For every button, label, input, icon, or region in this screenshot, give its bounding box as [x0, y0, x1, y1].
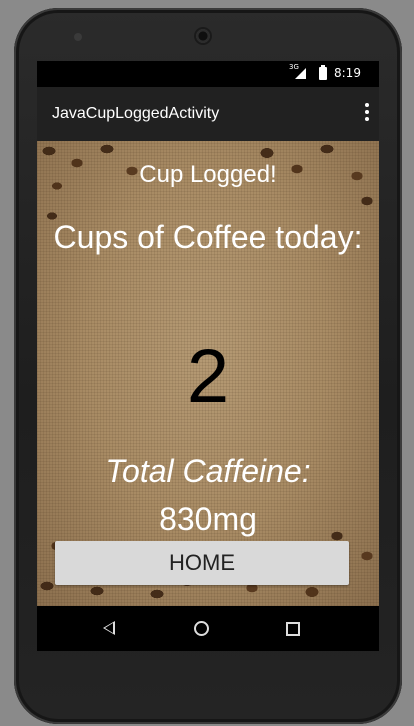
home-button[interactable]: HOME	[55, 541, 349, 585]
app-title: JavaCupLoggedActivity	[52, 105, 220, 122]
navigation-bar	[37, 606, 379, 651]
recents-icon[interactable]	[286, 622, 300, 636]
cup-logged-message: Cup Logged!	[139, 161, 277, 188]
more-vert-icon[interactable]	[365, 103, 369, 123]
content-area: Cup Logged! Cups of Coffee today: 2 Tota…	[37, 141, 379, 606]
total-caffeine-label: Total Caffeine:	[105, 453, 311, 489]
home-icon[interactable]	[194, 621, 209, 636]
cups-count: 2	[186, 334, 230, 419]
battery-icon	[319, 65, 327, 80]
status-bar: 3G 8:19	[37, 61, 379, 87]
earpiece-speaker	[194, 27, 212, 45]
signal-icon	[295, 68, 306, 79]
cups-of-coffee-label: Cups of Coffee today:	[53, 219, 363, 255]
phone-frame: 3G 8:19 JavaCupLoggedActivity Cup Logged…	[14, 8, 402, 724]
status-time: 8:19	[334, 66, 361, 80]
front-camera	[74, 33, 82, 41]
total-caffeine-value: 830mg	[159, 501, 257, 537]
back-icon[interactable]	[103, 621, 115, 635]
screen: 3G 8:19 JavaCupLoggedActivity Cup Logged…	[37, 61, 379, 651]
app-bar: JavaCupLoggedActivity	[37, 87, 379, 141]
